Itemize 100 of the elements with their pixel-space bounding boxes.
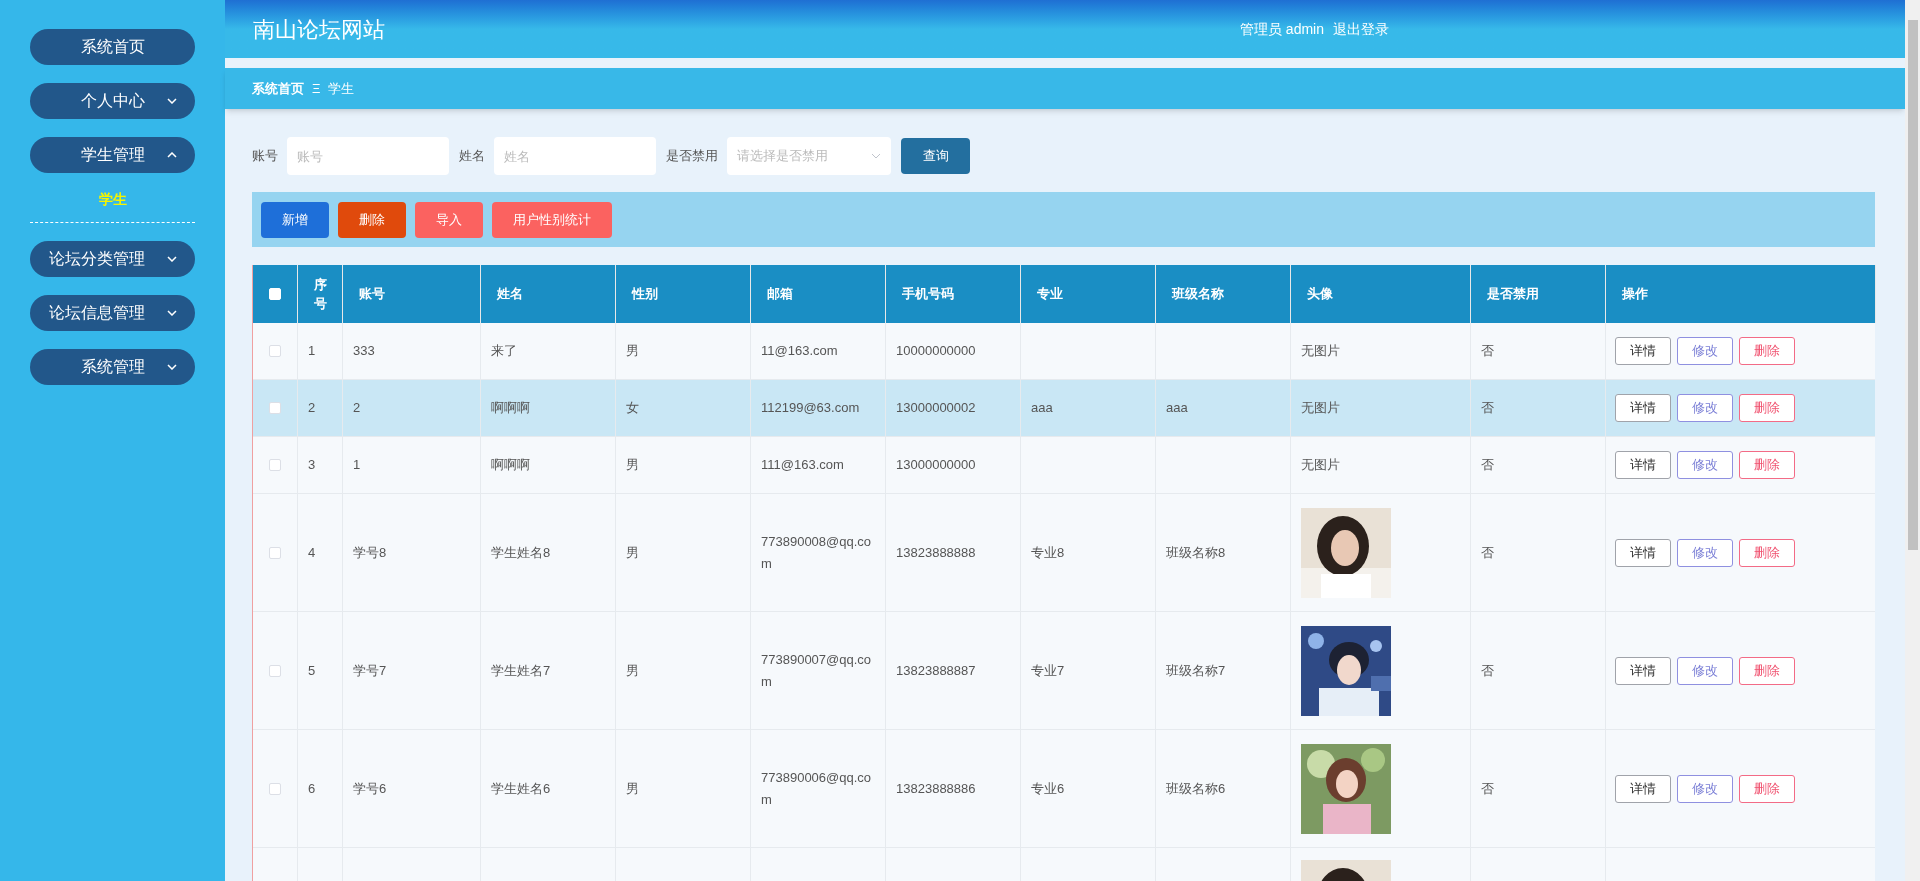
sidebar-item[interactable]: 系统管理 <box>30 349 195 385</box>
breadcrumb-current: 学生 <box>328 79 355 98</box>
caret-down-icon <box>167 98 177 104</box>
sidebar-item[interactable]: 系统首页 <box>30 29 195 65</box>
table-row[interactable]: 4 学号8 学生姓名8 男 773890008@qq.com 13823888888 专业8 班级名称8 否 详情 修改 删除 <box>253 494 1875 612</box>
row-action-button[interactable]: 修改 <box>1677 451 1733 479</box>
table-cell-text: 否 <box>1481 399 1494 418</box>
table-cell-text: 111@163.com <box>761 456 845 474</box>
column-header: 邮箱 <box>767 285 793 304</box>
caret-down-icon <box>167 256 177 262</box>
table-cell-text: 1 <box>353 456 361 475</box>
table-cell-text: 无图片 <box>1301 456 1340 475</box>
toolbar-button[interactable]: 删除 <box>338 201 406 238</box>
chevron-down-icon <box>871 153 881 159</box>
admin-user: 管理员 admin <box>1239 19 1324 39</box>
table-cell-text: aaa <box>1031 399 1053 418</box>
sidebar-item[interactable]: 学生管理 <box>30 137 195 173</box>
row-action-button[interactable]: 删除 <box>1739 656 1795 685</box>
row-action-button[interactable]: 详情 <box>1615 451 1671 479</box>
site-title: 南山论坛网站 <box>253 15 385 44</box>
row-action-button[interactable]: 详情 <box>1615 337 1671 365</box>
table-cell-text: 无图片 <box>1301 342 1340 361</box>
query-button[interactable]: 查询 <box>901 138 970 174</box>
table-cell-text: 班级名称8 <box>1166 543 1226 562</box>
table-cell-text: 4 <box>308 543 316 562</box>
table-cell-text: 男 <box>626 543 639 562</box>
table-cell-text: 13000000002 <box>896 399 976 418</box>
table-cell-text: 女 <box>626 399 639 418</box>
table-cell-text: 2 <box>353 399 361 418</box>
table-cell-text: 13823888887 <box>896 661 976 680</box>
row-action-button[interactable]: 详情 <box>1615 774 1671 803</box>
table-row[interactable]: 1 333 来了 男 11@163.com 10000000000 无图片 否 详情 修改 删除 <box>253 323 1875 380</box>
sidebar-item[interactable]: 论坛信息管理 <box>30 295 195 331</box>
search-field[interactable]: 姓名 <box>494 137 656 175</box>
table-cell-text: 无图片 <box>1301 399 1340 418</box>
table-cell-text: 学号6 <box>353 779 387 798</box>
table-cell-text: 来了 <box>491 342 517 361</box>
row-action-button[interactable]: 删除 <box>1739 538 1795 567</box>
search-label: 账号 <box>252 147 278 166</box>
table-cell-text: 11@163.com <box>761 342 839 360</box>
table-row[interactable]: 3 1 啊啊啊 男 111@163.com 13000000000 无图片 否 详情 修改 删除 <box>253 437 1875 494</box>
table-cell-text: 773890006@qq.com <box>761 768 873 809</box>
table-cell-text: 否 <box>1481 543 1494 562</box>
table-cell-text: 13000000000 <box>896 456 976 475</box>
table-row[interactable]: 5 学号7 学生姓名7 男 773890007@qq.com 13823888887 专业7 班级名称7 否 详情 修改 删除 <box>253 612 1875 730</box>
table-cell-text: 3 <box>308 456 316 475</box>
table-cell-text: 否 <box>1481 456 1494 475</box>
select-all-checkbox[interactable] <box>269 288 281 300</box>
table-cell-text: 学生姓名8 <box>491 543 551 562</box>
table-cell-text: 1 <box>308 342 316 361</box>
row-checkbox[interactable] <box>269 664 281 677</box>
row-action-button[interactable]: 删除 <box>1739 774 1795 803</box>
table-cell-text: 学号7 <box>353 661 387 680</box>
column-header: 序号 <box>312 275 328 313</box>
row-action-button[interactable]: 详情 <box>1615 538 1671 567</box>
row-checkbox[interactable] <box>269 459 281 471</box>
table-cell-text: 否 <box>1481 779 1494 798</box>
row-checkbox[interactable] <box>269 402 281 414</box>
table-cell-text: 10000000000 <box>896 342 976 361</box>
row-action-button[interactable]: 删除 <box>1739 394 1795 422</box>
table-cell-text: 13823888888 <box>896 543 976 562</box>
table-cell-text: 男 <box>626 779 639 798</box>
search-label: 姓名 <box>459 147 485 166</box>
sidebar-item[interactable]: 论坛分类管理 <box>30 241 195 277</box>
table-cell-text: 112199@63.com <box>761 399 861 417</box>
row-action-button[interactable]: 修改 <box>1677 538 1733 567</box>
table-cell-text: 学号8 <box>353 543 387 562</box>
row-checkbox[interactable] <box>269 782 281 795</box>
column-header: 操作 <box>1622 285 1648 304</box>
row-action-button[interactable]: 详情 <box>1615 656 1671 685</box>
table-cell-text: 班级名称6 <box>1166 779 1226 798</box>
search-label: 是否禁用 <box>666 147 718 166</box>
caret-down-icon <box>167 364 177 370</box>
table-cell-text: 男 <box>626 661 639 680</box>
table-cell-text: 否 <box>1481 342 1494 361</box>
row-action-button[interactable]: 删除 <box>1739 451 1795 479</box>
table-cell-text: 专业6 <box>1031 779 1065 798</box>
table-cell-text: 班级名称7 <box>1166 661 1226 680</box>
row-action-button[interactable]: 删除 <box>1739 337 1795 365</box>
table-cell-text: aaa <box>1166 399 1188 418</box>
row-action-button[interactable]: 修改 <box>1677 774 1733 803</box>
table-cell-text: 学生姓名7 <box>491 661 551 680</box>
row-checkbox[interactable] <box>269 345 281 357</box>
table-cell-text: 2 <box>308 399 316 418</box>
toolbar-button[interactable]: 导入 <box>415 201 483 238</box>
table-row[interactable]: 2 2 啊啊啊 女 112199@63.com 13000000002 aaa aaa 无图片 否 详情 修改 删除 <box>253 380 1875 437</box>
row-action-button[interactable]: 修改 <box>1677 394 1733 422</box>
column-header: 手机号码 <box>902 285 954 304</box>
row-action-button[interactable]: 详情 <box>1615 394 1671 422</box>
table-cell-text: 学生姓名6 <box>491 779 551 798</box>
caret-down-icon <box>167 310 177 316</box>
search-field[interactable]: 账号 <box>287 137 449 175</box>
toolbar-button[interactable]: 用户性别统计 <box>492 201 612 238</box>
row-checkbox[interactable] <box>269 546 281 559</box>
table-row[interactable]: 6 学号6 学生姓名6 男 773890006@qq.com 13823888886 专业6 班级名称6 否 详情 修改 删除 <box>253 730 1875 848</box>
table-cell-text: 6 <box>308 779 316 798</box>
sidebar-item[interactable]: 个人中心 <box>30 83 195 119</box>
row-action-button[interactable]: 修改 <box>1677 656 1733 685</box>
row-action-button[interactable]: 修改 <box>1677 337 1733 365</box>
toolbar-button[interactable]: 新增 <box>261 201 329 238</box>
